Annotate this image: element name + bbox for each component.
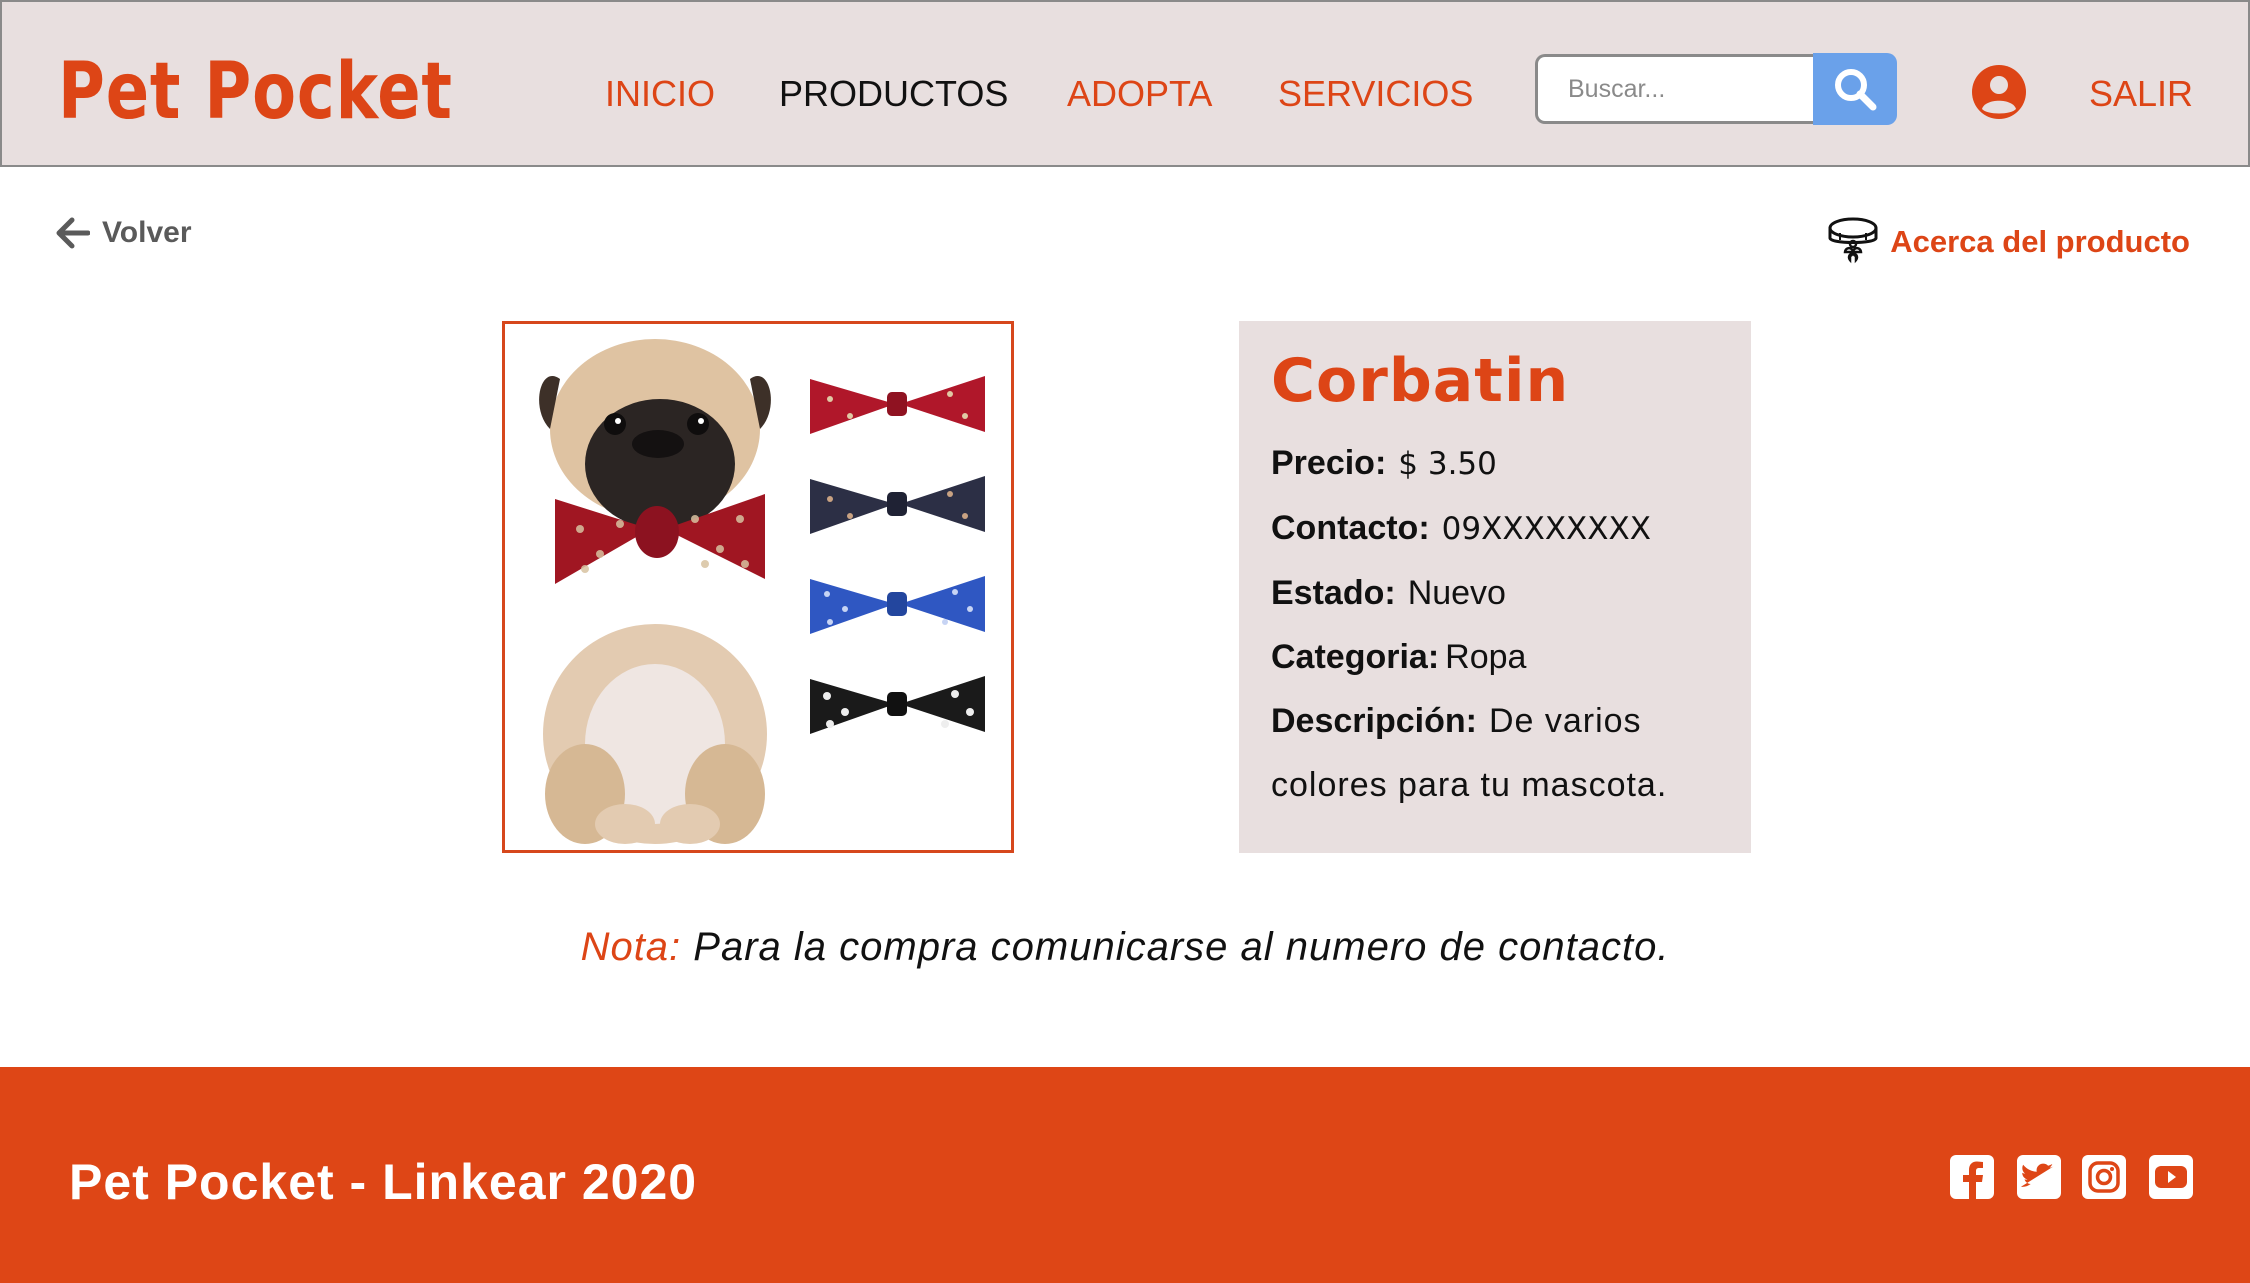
logo[interactable]: Pet Pocket — [58, 46, 453, 138]
about-product-label: Acerca del producto — [1890, 224, 2190, 259]
price-label: Precio: — [1271, 444, 1387, 482]
purchase-note: Nota: Para la compra comunicarse al nume… — [0, 925, 2250, 970]
footer: Pet Pocket - Linkear 2020 — [0, 1067, 2250, 1283]
category-value: Ropa — [1445, 638, 1527, 676]
facebook-icon[interactable] — [1949, 1154, 1995, 1200]
category-label: Categoria: — [1271, 638, 1440, 676]
price-row: Precio: $ 3.50 — [1271, 431, 1719, 496]
contact-label: Contacto: — [1271, 509, 1430, 547]
header: Pet Pocket INICIO PRODUCTOS ADOPTA SERVI… — [0, 0, 2250, 167]
pet-collar-icon — [1828, 217, 1878, 264]
contact-value: 09XXXXXXXX — [1441, 511, 1651, 547]
state-value: Nuevo — [1407, 574, 1506, 612]
nav-adopta[interactable]: ADOPTA — [1067, 72, 1212, 116]
nav-servicios[interactable]: SERVICIOS — [1278, 72, 1473, 116]
product-image — [502, 321, 1014, 853]
category-row: Categoria: Ropa — [1271, 625, 1719, 689]
search-input[interactable] — [1535, 54, 1815, 124]
back-link[interactable]: Volver — [56, 213, 192, 253]
logout-link[interactable]: SALIR — [2089, 72, 2193, 116]
description-row: Descripción: De varios colores para tu ma… — [1271, 689, 1719, 817]
twitter-icon[interactable] — [2016, 1154, 2062, 1200]
product-info-card: Corbatin Precio: $ 3.50 Contacto: 09XXXXXX… — [1239, 321, 1751, 853]
nav-productos[interactable]: PRODUCTOS — [779, 72, 1008, 116]
product-title: Corbatin — [1271, 346, 1570, 416]
search-icon — [1835, 69, 1877, 111]
youtube-icon[interactable] — [2148, 1154, 2194, 1200]
nav-inicio[interactable]: INICIO — [605, 72, 715, 116]
contact-row: Contacto: 09XXXXXXXX — [1271, 496, 1719, 561]
user-account-icon[interactable] — [1971, 64, 2027, 120]
instagram-icon[interactable] — [2081, 1154, 2127, 1200]
footer-text: Pet Pocket - Linkear 2020 — [69, 1154, 698, 1210]
price-value: $ 3.50 — [1398, 446, 1497, 482]
state-label: Estado: — [1271, 574, 1396, 612]
note-text: Para la compra comunicarse al numero de … — [693, 925, 1670, 969]
description-label: Descripción: — [1271, 702, 1477, 740]
arrow-left-icon — [56, 217, 90, 249]
about-product-link[interactable]: Acerca del producto — [1826, 214, 2190, 270]
back-label: Volver — [102, 216, 192, 249]
note-label: Nota: — [580, 925, 682, 969]
search-button[interactable] — [1813, 53, 1897, 125]
state-row: Estado: Nuevo — [1271, 561, 1719, 625]
